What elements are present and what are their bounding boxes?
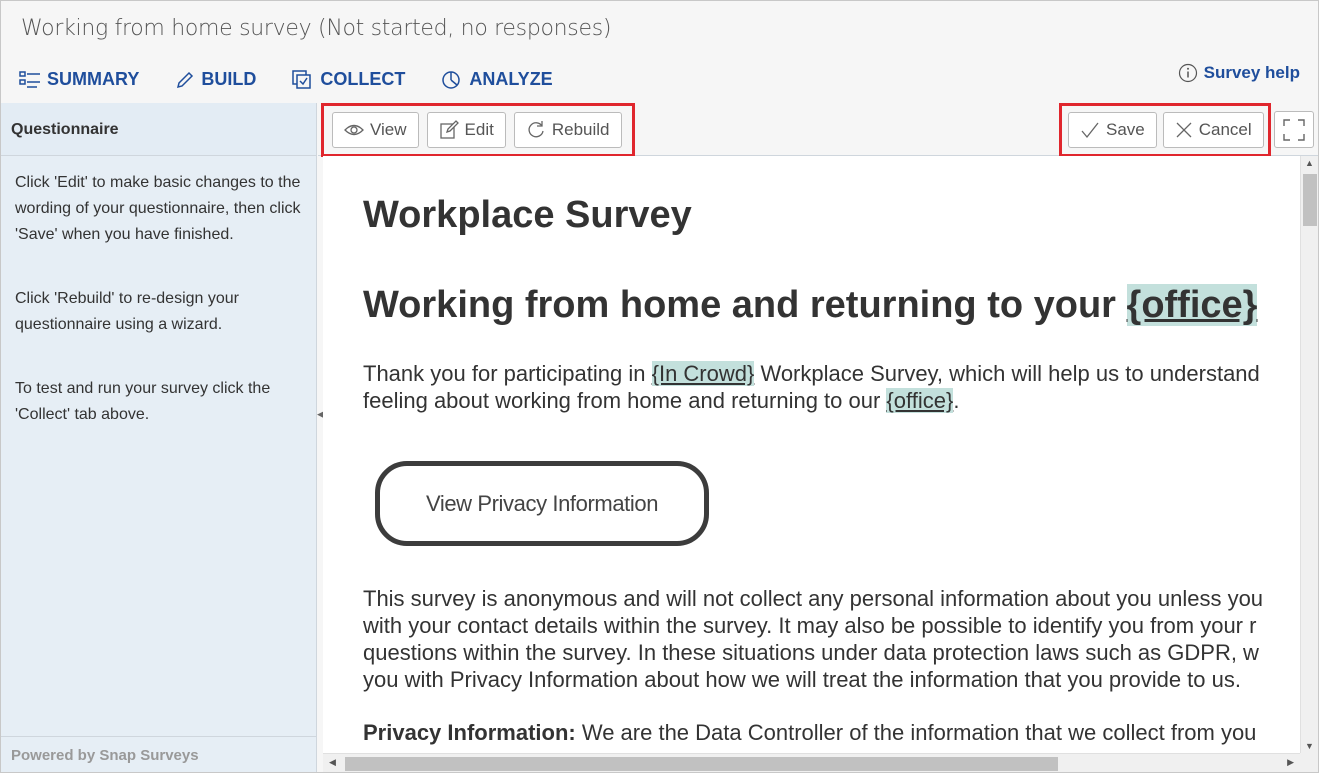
rebuild-button[interactable]: Rebuild: [513, 112, 622, 148]
survey-heading: Workplace Survey: [363, 194, 692, 236]
pencil-icon: [177, 71, 194, 88]
main-nav: SUMMARY BUILD COLLECT ANALYZE: [19, 69, 589, 90]
eye-icon: [344, 124, 364, 136]
save-button-label: Save: [1106, 120, 1145, 139]
tab-analyze[interactable]: ANALYZE: [441, 69, 553, 90]
app-header: Working from home survey (Not started, n…: [1, 1, 1318, 103]
sidebar-instructions: Click 'Edit' to make basic changes to th…: [1, 156, 316, 480]
sidebar-heading: Questionnaire: [1, 103, 316, 156]
save-button[interactable]: Save: [1068, 112, 1157, 148]
collect-icon: [292, 69, 312, 89]
tab-build-label: BUILD: [201, 69, 257, 89]
fullscreen-icon: [1283, 118, 1305, 141]
org-placeholder-tag[interactable]: {In Crowd}: [651, 361, 755, 386]
anon-line: questions within the survey. In these si…: [363, 640, 1259, 665]
vertical-scroll-thumb[interactable]: [1303, 174, 1317, 226]
scroll-left-icon[interactable]: ◀: [329, 757, 336, 768]
anon-line: with your contact details within the sur…: [363, 613, 1257, 638]
vertical-scrollbar[interactable]: ▲ ▼: [1300, 156, 1318, 753]
cancel-button[interactable]: Cancel: [1162, 112, 1264, 148]
edit-button-label: Edit: [464, 120, 494, 139]
privacy-text: We are the Data Controller of the inform…: [575, 720, 1257, 745]
anon-line: you with Privacy Information about how w…: [363, 667, 1241, 692]
fullscreen-button[interactable]: [1274, 111, 1314, 148]
intro-text-3: feeling about working from home and retu…: [363, 388, 887, 413]
edit-button[interactable]: Edit: [426, 112, 506, 148]
info-icon: [1178, 63, 1197, 83]
survey-subheading: Working from home and returning to your …: [363, 284, 1258, 327]
horizontal-scroll-thumb[interactable]: [345, 757, 1058, 771]
scroll-up-icon[interactable]: ▲: [1305, 158, 1314, 168]
privacy-paragraph: Privacy Information: We are the Data Con…: [363, 719, 1256, 746]
tab-build[interactable]: BUILD: [175, 69, 256, 90]
tab-summary-label: SUMMARY: [47, 69, 140, 89]
analyze-icon: [442, 70, 461, 89]
survey-title: Working from home survey (Not started, n…: [21, 16, 612, 41]
refresh-icon: [528, 121, 544, 138]
summary-icon: [19, 70, 40, 88]
office-placeholder-tag-2[interactable]: {office}: [886, 388, 954, 413]
save-cancel-group: Save Cancel: [1059, 103, 1271, 157]
survey-help-label: Survey help: [1203, 63, 1300, 82]
edit-icon: [439, 120, 459, 139]
questionnaire-preview[interactable]: Workplace Survey Working from home and r…: [323, 156, 1300, 753]
tab-collect[interactable]: COLLECT: [292, 69, 405, 90]
tab-analyze-label: ANALYZE: [469, 69, 553, 89]
check-icon: [1081, 122, 1099, 139]
subheading-text: Working from home and returning to your: [363, 284, 1127, 326]
anon-line: This survey is anonymous and will not co…: [363, 586, 1264, 611]
view-button-label: View: [370, 120, 407, 139]
horizontal-scrollbar[interactable]: ◀ ▶: [323, 753, 1300, 772]
cancel-button-label: Cancel: [1198, 120, 1252, 139]
close-icon: [1176, 122, 1192, 138]
scroll-right-icon[interactable]: ▶: [1287, 757, 1294, 768]
intro-text-1: Thank you for participating in: [363, 361, 652, 386]
scroll-down-icon[interactable]: ▼: [1305, 741, 1314, 751]
view-button[interactable]: View: [332, 112, 419, 148]
tab-summary[interactable]: SUMMARY: [19, 69, 139, 90]
office-placeholder-tag[interactable]: {office}: [1126, 284, 1258, 326]
rebuild-button-label: Rebuild: [551, 120, 610, 139]
survey-help-link[interactable]: Survey help: [1178, 63, 1300, 83]
intro-text-4: .: [953, 388, 960, 413]
view-edit-group: View Edit Rebuild: [321, 103, 635, 157]
privacy-label: Privacy Information:: [363, 720, 576, 745]
powered-by: Powered by Snap Surveys: [1, 736, 316, 772]
questionnaire-sidebar: Questionnaire Click 'Edit' to make basic…: [1, 103, 317, 772]
anonymity-paragraph: This survey is anonymous and will not co…: [363, 585, 1263, 693]
intro-text-2: Workplace Survey, which will help us to …: [754, 361, 1260, 386]
instruction-edit: Click 'Edit' to make basic changes to th…: [15, 174, 301, 243]
instruction-collect: To test and run your survey click the 'C…: [15, 380, 271, 423]
instruction-rebuild: Click 'Rebuild' to re-design your questi…: [15, 290, 239, 333]
editor-toolbar: View Edit Rebuild Save Cancel: [318, 103, 1318, 157]
intro-paragraph: Thank you for participating in {In Crowd…: [363, 360, 1260, 414]
scroll-corner: [1300, 753, 1318, 772]
view-privacy-button[interactable]: View Privacy Information: [375, 461, 709, 546]
tab-collect-label: COLLECT: [320, 69, 406, 89]
